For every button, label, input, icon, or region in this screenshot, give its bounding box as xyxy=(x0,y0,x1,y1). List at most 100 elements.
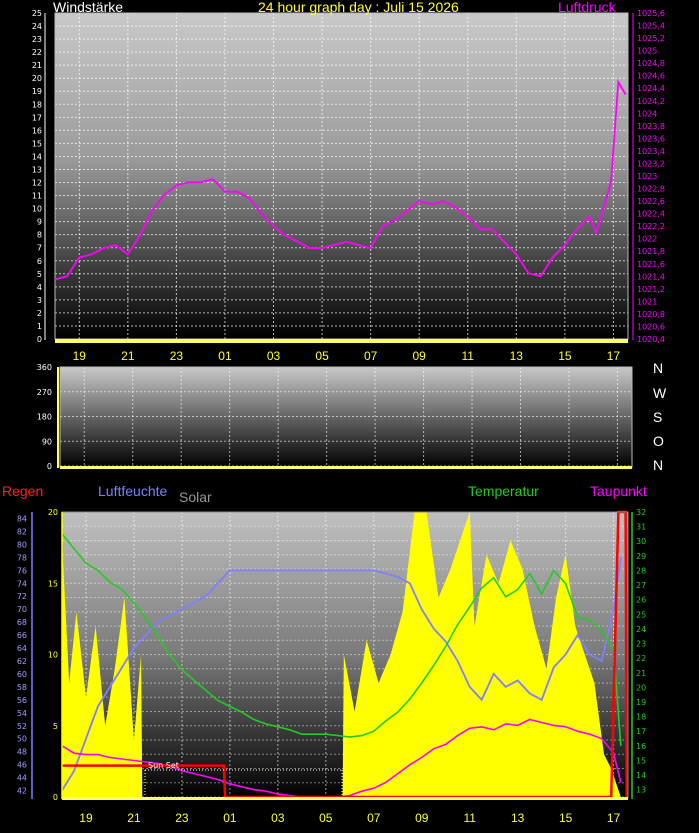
rain-tick-label-0: 0 xyxy=(53,793,58,802)
pressure-tick-label-14: 1023,2 xyxy=(637,159,665,168)
temperature-tick-label-4: 17 xyxy=(636,727,646,736)
humidity-tick-label-3: 48 xyxy=(17,748,27,757)
pressure-tick-label-21: 1024,6 xyxy=(637,72,665,81)
pressure-tick-label-2: 1020,8 xyxy=(637,310,665,319)
humidity-tick-label-11: 64 xyxy=(17,644,27,653)
humidity-tick-label-2: 46 xyxy=(17,761,27,770)
humidity-tick-label-17: 76 xyxy=(17,566,27,575)
humidity-tick-label-16: 74 xyxy=(17,579,27,588)
humidity-tick-label-6: 54 xyxy=(17,709,27,718)
humidity-tick-label-14: 70 xyxy=(17,605,27,614)
humidity-tick-label-7: 56 xyxy=(17,696,27,705)
wind-tick-label-22: 22 xyxy=(32,48,42,57)
direction-label-n1: N xyxy=(653,360,663,376)
humidity-tick-label-9: 60 xyxy=(17,670,27,679)
x-tick-label-1-6: 07 xyxy=(364,349,378,363)
direction-label-s: S xyxy=(653,409,662,425)
legend-solar: Solar xyxy=(179,489,212,505)
wind-tick-label-23: 23 xyxy=(32,35,42,44)
wind-tick-label-0: 0 xyxy=(37,335,42,344)
wind-tick-label-11: 11 xyxy=(32,192,42,201)
pressure-tick-label-7: 1021,8 xyxy=(637,247,665,256)
pressure-tick-label-19: 1024,2 xyxy=(637,97,665,106)
direction-tick-label-1: 90 xyxy=(42,437,52,446)
temperature-tick-label-0: 13 xyxy=(636,786,646,795)
pressure-tick-label-18: 1024 xyxy=(637,109,657,118)
pressure-tick-label-11: 1022,6 xyxy=(637,197,665,206)
humidity-tick-label-5: 52 xyxy=(17,722,27,731)
humidity-tick-label-0: 42 xyxy=(17,787,27,796)
x-ticks-3: 19 21 23 01 03 05 07 09 11 13 15 17 xyxy=(79,811,620,825)
x-tick-label-3-1: 21 xyxy=(127,811,141,825)
x-tick-label-3-2: 23 xyxy=(175,811,189,825)
temperature-tick-label-10: 23 xyxy=(636,640,646,649)
wind-tick-label-16: 16 xyxy=(32,126,42,135)
humidity-tick-label-10: 62 xyxy=(17,657,27,666)
x-tick-label-1-10: 15 xyxy=(558,349,572,363)
temperature-tick-label-1: 14 xyxy=(636,771,646,780)
temperature-tick-label-8: 21 xyxy=(636,669,646,678)
wind-tick-label-15: 15 xyxy=(32,139,42,148)
x-tick-label-1-2: 23 xyxy=(170,349,184,363)
pressure-tick-label-13: 1023 xyxy=(637,172,657,181)
wind-tick-label-5: 5 xyxy=(37,270,42,279)
pressure-tick-label-8: 1022 xyxy=(637,235,657,244)
x-tick-label-3-11: 17 xyxy=(607,811,621,825)
pressure-tick-label-16: 1023,6 xyxy=(637,134,665,143)
temperature-tick-label-9: 22 xyxy=(636,654,646,663)
x-axis-bar-1 xyxy=(55,339,628,343)
x-tick-label-3-8: 11 xyxy=(463,811,476,825)
x-ticks-1: 19 21 23 01 03 05 07 09 11 13 15 17 xyxy=(73,349,621,363)
legend-rain: Regen xyxy=(2,483,43,499)
wind-tick-label-9: 9 xyxy=(37,218,42,227)
wind-tick-label-19: 19 xyxy=(32,87,42,96)
pressure-tick-label-0: 1020,4 xyxy=(637,335,665,344)
wind-tick-label-3: 3 xyxy=(37,296,42,305)
temperature-tick-label-12: 25 xyxy=(636,610,646,619)
wind-tick-label-12: 12 xyxy=(32,179,42,188)
temperature-tick-label-7: 20 xyxy=(636,683,646,692)
humidity-tick-label-1: 44 xyxy=(17,774,27,783)
direction-tick-label-3: 270 xyxy=(37,388,52,397)
pressure-tick-label-25: 1025,4 xyxy=(637,22,665,31)
temperature-tick-label-3: 16 xyxy=(636,742,646,751)
rain-tick-label-2: 10 xyxy=(48,651,58,660)
wind-tick-label-18: 18 xyxy=(32,100,42,109)
x-tick-label-1-11: 17 xyxy=(607,349,621,363)
direction-tick-label-2: 180 xyxy=(37,413,52,422)
pressure-tick-label-5: 1021,4 xyxy=(637,272,665,281)
pressure-tick-label-24: 1025,2 xyxy=(637,34,665,43)
temperature-tick-label-14: 27 xyxy=(636,581,646,590)
pressure-tick-label-26: 1025,6 xyxy=(637,9,665,18)
temperature-tick-label-16: 29 xyxy=(636,552,646,561)
temperature-tick-label-18: 31 xyxy=(636,523,646,532)
pressure-tick-label-17: 1023,8 xyxy=(637,122,665,131)
wind-tick-label-25: 25 xyxy=(32,9,42,18)
x-tick-label-3-10: 15 xyxy=(559,811,573,825)
x-tick-label-1-7: 09 xyxy=(413,349,427,363)
wind-tick-label-10: 10 xyxy=(32,205,42,214)
rain-tick-label-3: 15 xyxy=(48,579,58,588)
pressure-tick-label-1: 1020,6 xyxy=(637,322,665,331)
wind-tick-label-20: 20 xyxy=(32,74,42,83)
temperature-tick-label-15: 28 xyxy=(636,566,646,575)
center-title: 24 hour graph day : Juli 15 2026 xyxy=(258,0,459,15)
humidity-tick-label-12: 66 xyxy=(17,631,27,640)
pressure-ticks: 1020,4 1020,6 1020,8 1021 1021,2 1021,4 1021,6… xyxy=(637,9,665,344)
x-tick-label-1-1: 21 xyxy=(121,349,135,363)
wind-tick-label-21: 21 xyxy=(32,61,42,70)
rain-tick-label-1: 5 xyxy=(53,722,58,731)
x-axis-bar-3 xyxy=(62,797,628,800)
humidity-tick-label-4: 50 xyxy=(17,735,27,744)
x-tick-label-3-4: 03 xyxy=(271,811,285,825)
sunset-label: Sun Set xyxy=(148,761,179,770)
legend-humidity: Luftfeuchte xyxy=(98,483,167,499)
temperature-tick-label-6: 19 xyxy=(636,698,646,707)
wind-tick-label-4: 4 xyxy=(37,283,42,292)
panel-wind-direction: 0 90 180 270 360 N W S O N xyxy=(37,360,667,473)
x-axis-bar-2 xyxy=(60,466,632,469)
wind-tick-label-13: 13 xyxy=(32,165,42,174)
pressure-tick-label-12: 1022,8 xyxy=(637,185,665,194)
humidity-tick-label-20: 82 xyxy=(17,527,27,536)
x-tick-label-3-5: 05 xyxy=(319,811,333,825)
